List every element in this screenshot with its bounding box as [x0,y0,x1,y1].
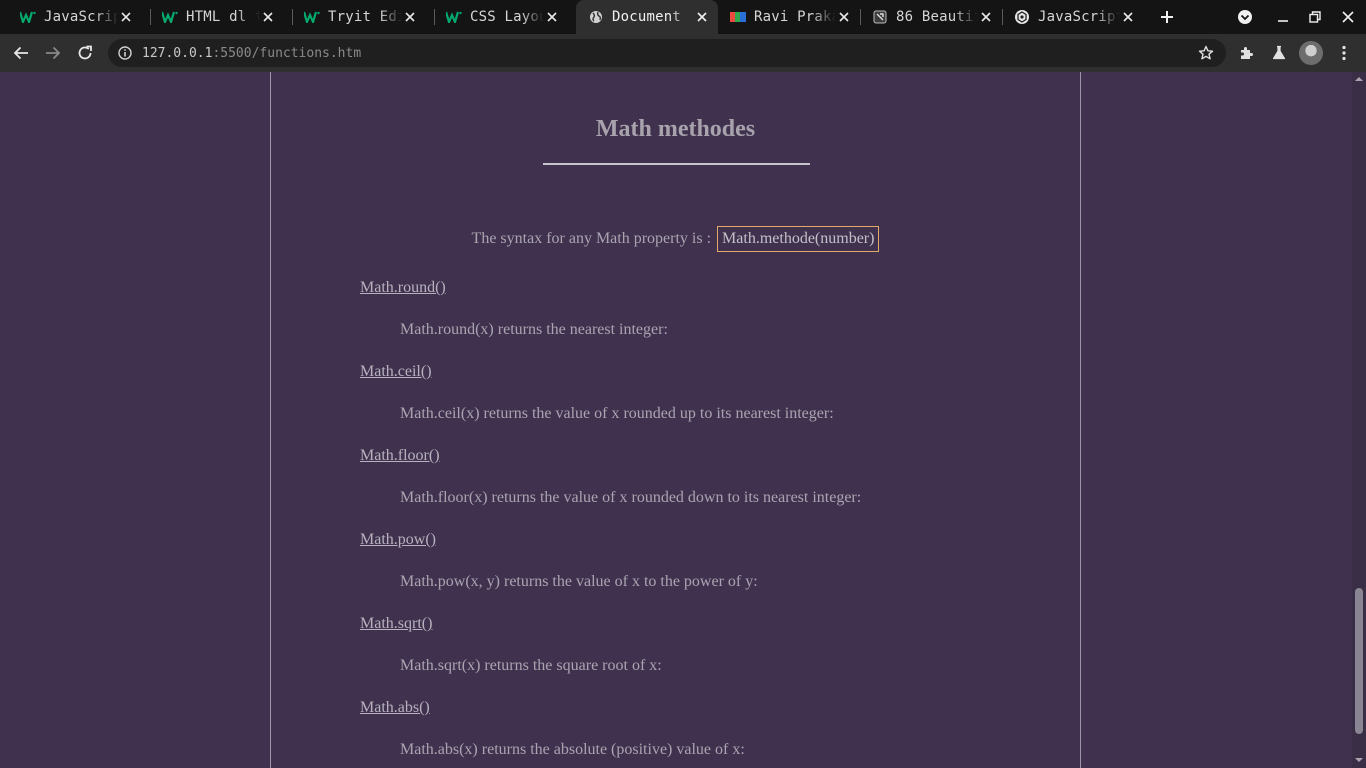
tab-title: Tryit Editor [328,9,402,25]
url-host: 127.0.0.1 [142,45,213,61]
heading-divider [543,163,810,165]
tab-6[interactable]: Ravi Prakash [718,0,860,34]
w3schools-icon [304,9,320,25]
tab-2[interactable]: HTML dl tag [142,0,284,34]
tab-title: Ravi Prakash [754,9,836,25]
page-title: Math methodes [595,116,756,142]
info-icon[interactable] [118,46,132,60]
reload-button[interactable] [70,38,100,68]
close-icon[interactable] [836,9,852,25]
w3schools-icon [20,9,36,25]
close-icon [1342,11,1354,23]
tab-7[interactable]: 86 Beautiful [860,0,1002,34]
star-icon[interactable] [1198,45,1214,61]
puzzle-icon [1241,47,1253,59]
method-desc-floor: Math.floor(x) returns the value of x rou… [400,489,862,506]
method-desc-ceil: Math.ceil(x) returns the value of x roun… [400,405,834,422]
page-scrollbar[interactable] [1352,72,1366,768]
profile-button[interactable] [1296,38,1326,68]
bookmark-icon [872,9,888,25]
arrow-right-icon [46,46,61,60]
method-link-round[interactable]: Math.round() [360,279,446,297]
close-icon[interactable] [260,9,276,25]
close-icon[interactable] [544,9,560,25]
method-desc-sqrt: Math.sqrt(x) returns the square root of … [400,657,662,674]
tab-3[interactable]: Tryit Editor [284,0,426,34]
tab-title: JavaScript [44,9,118,25]
new-tab-button[interactable] [1152,0,1182,34]
forward-button[interactable] [38,38,68,68]
close-window-button[interactable] [1333,0,1363,34]
scroll-up-icon[interactable] [1355,75,1363,83]
kebab-menu-icon [1342,45,1346,61]
close-icon[interactable] [1120,9,1136,25]
zoho-icon [730,9,746,25]
address-bar[interactable]: 127.0.0.1:5500/functions.htm [108,39,1226,67]
tab-4[interactable]: CSS Layout [426,0,568,34]
url-text: 127.0.0.1:5500/functions.htm [142,46,361,61]
page-viewport: Math methodes The syntax for any Math pr… [0,72,1352,768]
syntax-prefix: The syntax for any Math property is : [471,230,712,247]
arrow-left-icon [13,46,28,60]
openai-icon [1014,9,1030,25]
math-methods-card: Math methodes The syntax for any Math pr… [270,72,1081,768]
browser-toolbar: 127.0.0.1:5500/functions.htm [0,34,1366,72]
tab-title: JavaScript [1038,9,1120,25]
scroll-down-icon[interactable] [1355,756,1363,764]
avatar [1299,41,1323,65]
tab-title: CSS Layout [470,9,544,25]
back-button[interactable] [6,38,36,68]
chevron-down-icon [1238,10,1252,24]
tab-8[interactable]: JavaScript [1002,0,1144,34]
restore-icon [1309,11,1321,23]
w3schools-icon [446,9,462,25]
w3schools-icon [162,9,178,25]
close-icon[interactable] [978,9,994,25]
method-link-floor[interactable]: Math.floor() [360,447,440,465]
method-desc-round: Math.round(x) returns the nearest intege… [400,321,668,338]
url-path: :5500/functions.htm [212,45,362,61]
minimize-icon [1278,20,1288,22]
tab-search-button[interactable] [1230,0,1260,34]
method-desc-abs: Math.abs(x) returns the absolute (positi… [400,741,745,758]
flask-icon [1272,45,1286,60]
minimize-button[interactable] [1268,0,1298,34]
scrollbar-thumb[interactable] [1355,588,1363,734]
extensions-button[interactable] [1232,38,1262,68]
tab-title: 86 Beautiful [896,9,978,25]
method-link-ceil[interactable]: Math.ceil() [360,363,432,381]
tab-title: Document [612,9,682,25]
globe-icon [588,9,604,25]
plus-icon [1161,11,1173,23]
tab-strip: JavaScript HTML dl tag Tryit Editor CSS … [0,0,1366,34]
restore-button[interactable] [1300,0,1330,34]
reload-icon [78,45,92,60]
method-link-abs[interactable]: Math.abs() [360,699,430,717]
method-link-sqrt[interactable]: Math.sqrt() [360,615,432,633]
method-desc-pow: Math.pow(x, y) returns the value of x to… [400,573,758,590]
close-icon[interactable] [118,9,134,25]
menu-button[interactable] [1329,38,1359,68]
syntax-line: The syntax for any Math property is : Ma… [271,226,1080,252]
tab-title: HTML dl tag [186,9,260,25]
syntax-code: Math.methode(number) [717,226,880,252]
tab-1[interactable]: JavaScript [0,0,142,34]
close-icon[interactable] [694,9,710,25]
labs-button[interactable] [1264,38,1294,68]
tab-5-active[interactable]: Document [576,0,718,34]
method-link-pow[interactable]: Math.pow() [360,531,436,549]
close-icon[interactable] [402,9,418,25]
